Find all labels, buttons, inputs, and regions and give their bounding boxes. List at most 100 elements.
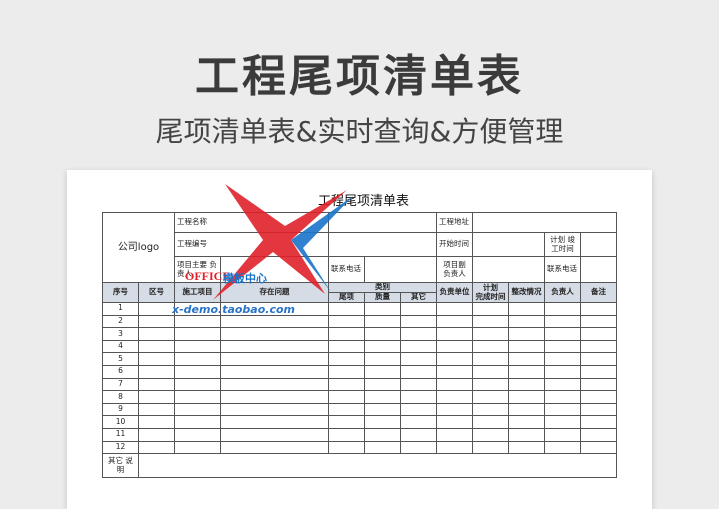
table-cell[interactable]	[508, 364, 546, 379]
table-cell[interactable]	[328, 314, 365, 329]
table-cell[interactable]	[138, 339, 175, 354]
table-cell[interactable]	[399, 327, 438, 341]
table-cell[interactable]	[399, 427, 438, 442]
table-cell[interactable]	[472, 352, 510, 366]
table-cell[interactable]	[174, 415, 221, 429]
table-cell[interactable]	[399, 402, 438, 417]
table-cell[interactable]	[472, 364, 510, 379]
table-cell[interactable]	[138, 390, 175, 404]
table-cell[interactable]	[472, 327, 510, 341]
table-cell[interactable]	[399, 352, 438, 366]
table-cell[interactable]	[436, 364, 474, 379]
table-cell[interactable]	[508, 440, 546, 455]
table-cell[interactable]	[220, 352, 329, 366]
table-cell[interactable]	[508, 302, 546, 316]
table-cell[interactable]	[220, 314, 329, 329]
table-cell[interactable]	[544, 427, 582, 442]
table-cell[interactable]	[436, 390, 474, 404]
table-cell[interactable]	[544, 302, 582, 316]
table-cell[interactable]	[472, 339, 510, 354]
table-cell[interactable]	[174, 440, 221, 455]
table-cell[interactable]	[364, 314, 401, 329]
table-cell[interactable]	[399, 314, 438, 329]
start-time-value[interactable]	[472, 232, 546, 257]
table-cell[interactable]	[472, 314, 510, 329]
table-cell[interactable]	[220, 339, 329, 354]
table-cell[interactable]	[508, 352, 546, 366]
table-cell[interactable]	[364, 427, 401, 442]
table-cell[interactable]	[138, 302, 175, 316]
table-cell[interactable]	[328, 302, 365, 316]
table-cell[interactable]	[544, 314, 582, 329]
table-cell[interactable]	[138, 440, 175, 455]
table-cell[interactable]	[544, 377, 582, 392]
table-cell[interactable]	[328, 440, 365, 455]
table-cell[interactable]	[138, 314, 175, 329]
table-cell[interactable]	[328, 402, 365, 417]
table-cell[interactable]	[544, 364, 582, 379]
table-cell[interactable]	[472, 390, 510, 404]
table-cell[interactable]	[174, 327, 221, 341]
table-cell[interactable]	[138, 327, 175, 341]
table-cell[interactable]	[580, 352, 618, 366]
table-cell[interactable]	[544, 415, 582, 429]
table-cell[interactable]	[220, 402, 329, 417]
phone2-value[interactable]	[580, 256, 618, 283]
deputy-leader-value[interactable]	[472, 256, 546, 283]
table-cell[interactable]	[364, 364, 401, 379]
plan-finish-value[interactable]	[580, 232, 618, 257]
table-cell[interactable]	[220, 415, 329, 429]
table-cell[interactable]	[174, 402, 221, 417]
table-cell[interactable]	[399, 339, 438, 354]
table-cell[interactable]	[544, 440, 582, 455]
table-cell[interactable]	[364, 352, 401, 366]
table-cell[interactable]	[138, 377, 175, 392]
table-cell[interactable]	[364, 390, 401, 404]
table-cell[interactable]	[399, 377, 438, 392]
table-cell[interactable]	[472, 377, 510, 392]
table-cell[interactable]	[544, 327, 582, 341]
table-cell[interactable]	[508, 314, 546, 329]
table-cell[interactable]	[580, 302, 618, 316]
table-cell[interactable]	[399, 390, 438, 404]
table-cell[interactable]	[580, 339, 618, 354]
table-cell[interactable]	[436, 402, 474, 417]
table-cell[interactable]	[174, 352, 221, 366]
table-cell[interactable]	[138, 402, 175, 417]
table-cell[interactable]	[436, 314, 474, 329]
table-cell[interactable]	[174, 427, 221, 442]
table-cell[interactable]	[508, 327, 546, 341]
table-cell[interactable]	[364, 415, 401, 429]
table-cell[interactable]	[174, 314, 221, 329]
project-code-value[interactable]	[327, 232, 438, 257]
table-cell[interactable]	[508, 427, 546, 442]
table-cell[interactable]	[508, 377, 546, 392]
table-cell[interactable]	[580, 327, 618, 341]
table-cell[interactable]	[472, 402, 510, 417]
table-cell[interactable]	[328, 339, 365, 354]
table-cell[interactable]	[364, 402, 401, 417]
phone1-value[interactable]	[363, 256, 438, 283]
table-cell[interactable]	[220, 390, 329, 404]
table-cell[interactable]	[580, 314, 618, 329]
table-cell[interactable]	[544, 402, 582, 417]
table-cell[interactable]	[580, 427, 618, 442]
table-cell[interactable]	[220, 427, 329, 442]
table-cell[interactable]	[544, 339, 582, 354]
table-cell[interactable]	[328, 377, 365, 392]
table-cell[interactable]	[580, 377, 618, 392]
table-cell[interactable]	[472, 415, 510, 429]
table-cell[interactable]	[364, 302, 401, 316]
table-cell[interactable]	[399, 364, 438, 379]
table-cell[interactable]	[174, 339, 221, 354]
table-cell[interactable]	[580, 402, 618, 417]
table-cell[interactable]	[580, 390, 618, 404]
table-cell[interactable]	[436, 440, 474, 455]
table-cell[interactable]	[328, 327, 365, 341]
table-cell[interactable]	[472, 427, 510, 442]
table-cell[interactable]	[328, 415, 365, 429]
table-cell[interactable]	[544, 352, 582, 366]
table-cell[interactable]	[436, 302, 474, 316]
table-cell[interactable]	[508, 390, 546, 404]
table-cell[interactable]	[328, 364, 365, 379]
